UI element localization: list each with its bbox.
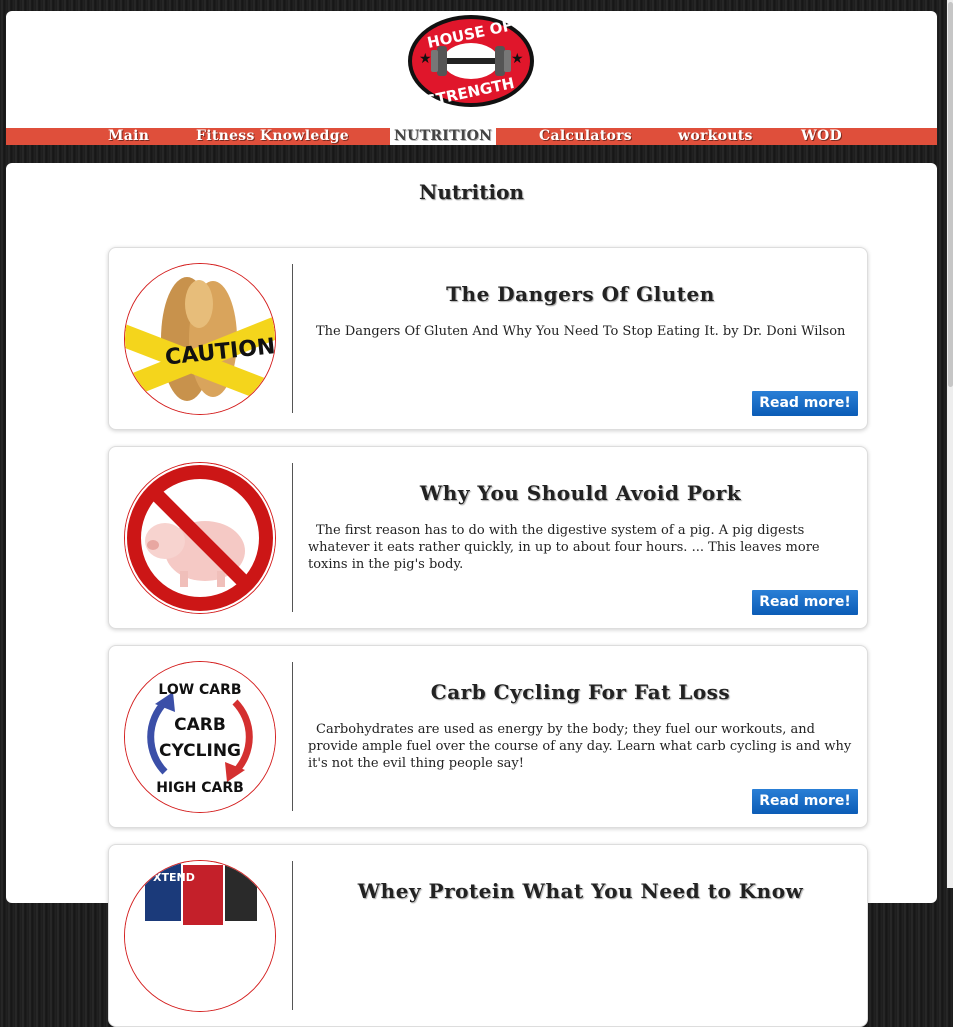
article-description: Carbohydrates are used as energy by the … [308, 722, 852, 771]
gluten-caution-image: CAUTION [124, 263, 276, 415]
nav-item-main[interactable]: Main [108, 128, 149, 145]
nav-item-workouts[interactable]: workouts [678, 128, 753, 145]
nav-item-wod[interactable]: WOD [801, 128, 842, 145]
svg-text:CYCLING: CYCLING [159, 741, 241, 761]
svg-text:★: ★ [511, 51, 524, 67]
main-nav: Main Fitness Knowledge NUTRITION Calcula… [6, 128, 937, 145]
article-title[interactable]: Whey Protein What You Need to Know [309, 879, 852, 903]
main-content: Nutrition CAUTION The Dangers Of Gluten … [6, 163, 937, 1027]
article-description: The Dangers Of Gluten And Why You Need T… [316, 324, 846, 339]
article-title[interactable]: Carb Cycling For Fat Loss [309, 680, 852, 704]
svg-text:XTEND: XTEND [153, 871, 195, 884]
article-title[interactable]: Why You Should Avoid Pork [309, 481, 852, 505]
nav-item-calculators[interactable]: Calculators [539, 128, 632, 145]
article-card-whey-protein: XTEND Whey Protein What You Need to Know [108, 844, 868, 1027]
svg-text:CARB: CARB [174, 715, 226, 735]
card-divider [292, 264, 293, 413]
article-card-pork: Why You Should Avoid Pork The first reas… [108, 446, 868, 629]
card-divider [292, 463, 293, 612]
card-divider [292, 861, 293, 1010]
scrollbar-thumb[interactable] [948, 2, 953, 387]
svg-text:LOW CARB: LOW CARB [158, 682, 241, 698]
carb-cycling-image: LOW CARB CARB CYCLING HIGH CARB [124, 661, 276, 813]
article-card-carb-cycling: LOW CARB CARB CYCLING HIGH CARB Carb Cyc… [108, 645, 868, 828]
whey-protein-image: XTEND [124, 860, 276, 1012]
card-divider [292, 662, 293, 811]
read-more-button[interactable]: Read more! [752, 590, 858, 615]
svg-text:HIGH CARB: HIGH CARB [156, 780, 244, 796]
page-scrollbar[interactable] [947, 0, 953, 888]
svg-text:★: ★ [419, 51, 432, 67]
read-more-button[interactable]: Read more! [752, 391, 858, 416]
no-pork-image [124, 462, 276, 614]
read-more-button[interactable]: Read more! [752, 789, 858, 814]
house-of-strength-logo[interactable]: ★ ★ HOUSE OF STRENGTH [407, 13, 537, 110]
article-description: The first reason has to do with the dige… [308, 523, 820, 572]
nav-item-nutrition[interactable]: NUTRITION [390, 128, 497, 145]
article-title[interactable]: The Dangers Of Gluten [309, 282, 852, 306]
article-card-gluten: CAUTION The Dangers Of Gluten The Danger… [108, 247, 868, 430]
site-header: ★ ★ HOUSE OF STRENGTH Main Fitness Knowl… [6, 11, 937, 145]
nav-item-fitness-knowledge[interactable]: Fitness Knowledge [196, 128, 349, 145]
page-title: Nutrition [419, 180, 524, 204]
